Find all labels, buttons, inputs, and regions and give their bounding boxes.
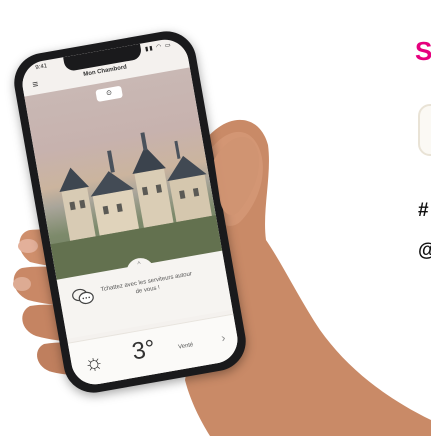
thumb-overlay (214, 137, 260, 215)
photo-scene: S # @ 9:41 ▮▮ ◠ ▭ ≡ Mon Chambord (0, 0, 431, 436)
